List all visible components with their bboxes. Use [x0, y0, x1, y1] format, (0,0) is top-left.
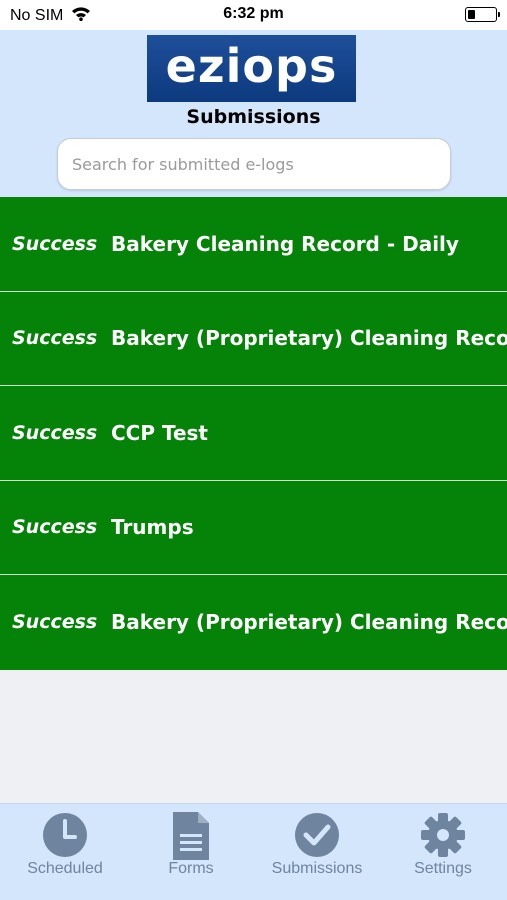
header: eziops Submissions	[0, 30, 507, 197]
tab-label: Submissions	[271, 860, 363, 877]
submissions-list: Success Bakery Cleaning Record - Daily S…	[0, 197, 507, 670]
submission-title: Trumps	[111, 515, 194, 540]
tab-forms[interactable]: Forms	[128, 804, 254, 900]
submission-status: Success	[12, 421, 98, 444]
submission-row[interactable]: Success Bakery (Proprietary) Cleaning Re…	[0, 575, 507, 670]
submission-title: Bakery (Proprietary) Cleaning Record	[111, 326, 507, 351]
page-title: Submissions	[186, 106, 321, 128]
clock-icon	[42, 812, 88, 862]
gear-icon	[420, 812, 466, 862]
tab-label: Scheduled	[27, 860, 103, 877]
submission-title: Bakery (Proprietary) Cleaning Record	[111, 610, 507, 635]
status-bar: No SIM 6:32 pm	[0, 0, 507, 30]
submission-status: Success	[12, 611, 98, 634]
tab-bar: Scheduled Forms Submissions Settings	[0, 803, 507, 900]
tab-label: Forms	[168, 860, 214, 877]
search-input[interactable]	[57, 138, 451, 190]
submission-row[interactable]: Success Bakery Cleaning Record - Daily	[0, 197, 507, 292]
tab-scheduled[interactable]: Scheduled	[2, 804, 128, 900]
tab-submissions[interactable]: Submissions	[254, 804, 380, 900]
battery-level	[467, 9, 475, 19]
submission-row[interactable]: Success Trumps	[0, 480, 507, 575]
checkmark-circle-icon	[294, 812, 340, 862]
submission-title: Bakery Cleaning Record - Daily	[111, 231, 459, 256]
app-logo: eziops	[147, 35, 356, 102]
submission-status: Success	[12, 516, 98, 539]
tab-settings[interactable]: Settings	[380, 804, 506, 900]
submission-row[interactable]: Success Bakery (Proprietary) Cleaning Re…	[0, 291, 507, 386]
submission-status: Success	[12, 327, 98, 350]
battery-icon	[465, 7, 500, 22]
submission-row[interactable]: Success CCP Test	[0, 386, 507, 481]
document-icon	[173, 812, 209, 864]
tab-label: Settings	[414, 860, 472, 877]
status-time: 6:32 pm	[223, 5, 284, 22]
submission-title: CCP Test	[111, 420, 208, 445]
submission-status: Success	[12, 232, 98, 255]
